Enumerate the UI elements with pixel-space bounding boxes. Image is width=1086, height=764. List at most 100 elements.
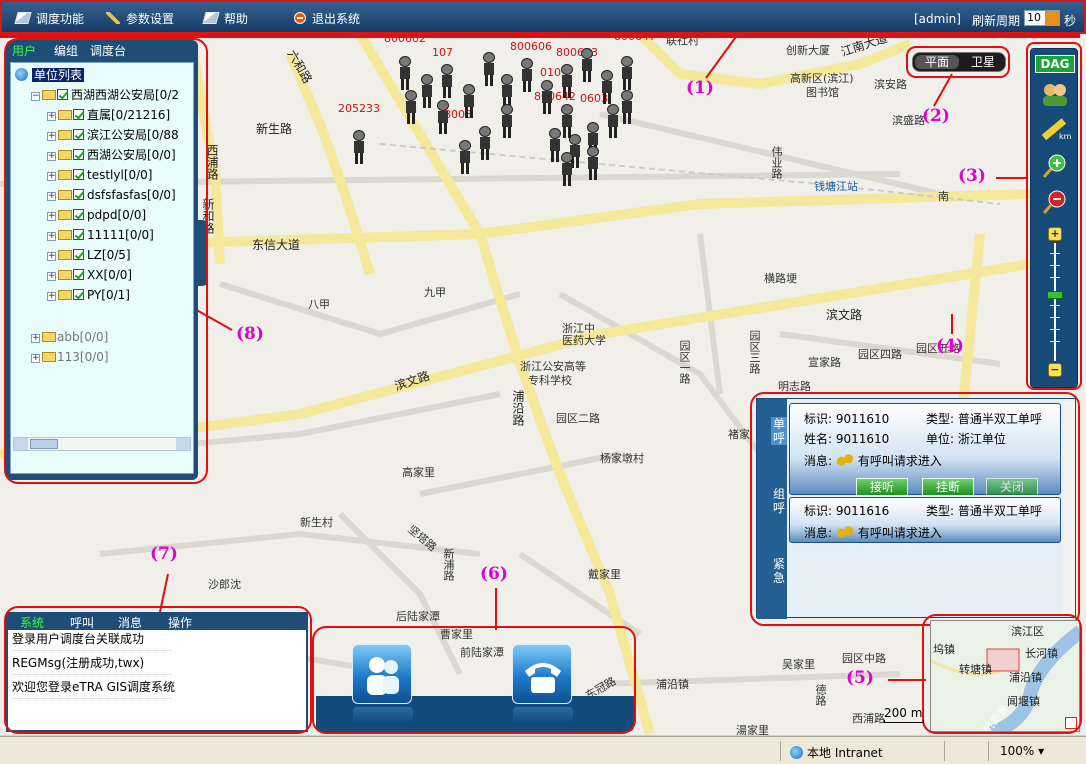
tree-node-parent[interactable]: − 西湖西湖公安局[0/2	[31, 87, 179, 103]
checkbox[interactable]	[73, 129, 84, 140]
police-unit-icon[interactable]	[440, 64, 454, 98]
police-unit-icon[interactable]	[580, 48, 594, 82]
tree-node-child[interactable]: + dsfsfasfas[0/0]	[47, 187, 176, 203]
police-unit-icon[interactable]	[620, 56, 634, 90]
users-icon[interactable]	[1039, 81, 1071, 107]
close-button[interactable]: 关闭	[986, 478, 1038, 496]
scroll-right-icon[interactable]	[176, 438, 190, 450]
tree-node-child[interactable]: + LZ[0/5]	[47, 247, 131, 263]
checkbox[interactable]	[73, 169, 84, 180]
zoom-plus-icon[interactable]: +	[1048, 227, 1062, 241]
scroll-left-icon[interactable]	[14, 438, 28, 450]
zoom-in-icon[interactable]	[1039, 153, 1071, 179]
police-unit-icon[interactable]	[458, 140, 472, 174]
tab-emergency-call[interactable]: 紧急	[771, 557, 787, 585]
expand-icon[interactable]: +	[47, 252, 56, 261]
map-type-plane-button[interactable]: 平面	[915, 55, 959, 69]
police-unit-icon[interactable]	[420, 74, 434, 108]
police-unit-icon[interactable]	[560, 64, 574, 98]
expand-icon[interactable]: +	[47, 192, 56, 201]
tab-call[interactable]: 呼叫	[70, 614, 94, 631]
checkbox[interactable]	[73, 249, 84, 260]
telephone-call-button[interactable]	[512, 644, 573, 723]
police-unit-icon[interactable]	[600, 70, 614, 104]
tree-node-child[interactable]: + XX[0/0]	[47, 267, 132, 283]
police-unit-icon[interactable]	[540, 80, 554, 114]
police-unit-icon[interactable]	[404, 90, 418, 124]
tree-node-113[interactable]: +113[0/0]	[31, 349, 109, 365]
checkbox[interactable]	[73, 269, 84, 280]
expand-icon[interactable]: +	[47, 152, 56, 161]
tab-single-call[interactable]: 单呼	[771, 417, 787, 445]
tree-root[interactable]: 单位列表	[15, 67, 85, 83]
tab-operation[interactable]: 操作	[168, 614, 192, 631]
police-unit-icon[interactable]	[478, 126, 492, 160]
tree-node-child[interactable]: + pdpd[0/0]	[47, 207, 146, 223]
tree-node-child[interactable]: + 滨江公安局[0/88	[47, 127, 179, 143]
ruler-icon[interactable]: km	[1039, 115, 1072, 141]
zoom-knob[interactable]	[1047, 291, 1063, 299]
tab-group-call[interactable]: 组呼	[771, 487, 787, 515]
tree-node-child[interactable]: + PY[0/1]	[47, 287, 130, 303]
police-unit-icon[interactable]	[520, 58, 534, 92]
expand-icon[interactable]: +	[47, 272, 56, 281]
zoom-minus-icon[interactable]: −	[1048, 363, 1062, 377]
menu-dispatch[interactable]: 调度功能	[14, 10, 84, 27]
police-unit-icon[interactable]	[586, 146, 600, 180]
expand-icon[interactable]: +	[47, 292, 56, 301]
expand-icon[interactable]: +	[47, 132, 56, 141]
checkbox[interactable]	[57, 89, 68, 100]
police-unit-icon[interactable]	[462, 84, 476, 118]
checkbox[interactable]	[73, 109, 84, 120]
overview-map[interactable]: 滨江区 坞镇 长河镇 转塘镇 浦沿镇 闻堰镇 杭新景	[930, 620, 1080, 732]
police-unit-icon[interactable]	[482, 52, 496, 86]
tab-consoles[interactable]: 调度台	[90, 42, 126, 59]
tab-users[interactable]: 用户	[12, 42, 36, 59]
refresh-period-select[interactable]: 10	[1024, 10, 1060, 26]
tree-node-child[interactable]: + testlyl[0/0]	[47, 167, 153, 183]
expand-icon[interactable]: +	[31, 354, 40, 363]
hangup-button[interactable]: 挂断	[922, 478, 974, 496]
collapse-icon[interactable]: −	[31, 92, 40, 101]
police-unit-icon[interactable]	[500, 104, 514, 138]
checkbox[interactable]	[73, 149, 84, 160]
expand-icon[interactable]: +	[31, 334, 40, 343]
menu-settings[interactable]: 参数设置	[106, 10, 174, 27]
checkbox[interactable]	[73, 229, 84, 240]
expand-icon[interactable]: +	[47, 112, 56, 121]
checkbox[interactable]	[73, 189, 84, 200]
tab-system[interactable]: 系统	[20, 614, 44, 631]
tab-groups[interactable]: 编组	[54, 42, 78, 59]
tree-node-child[interactable]: + 直属[0/21216]	[47, 107, 170, 123]
tree-node-child[interactable]: + 西湖公安局[0/0]	[47, 147, 176, 163]
police-unit-icon[interactable]	[620, 90, 634, 124]
tree-horizontal-scrollbar[interactable]	[13, 437, 191, 451]
map-type-satellite-button[interactable]: 卫星	[961, 55, 1005, 69]
answer-button[interactable]: 接听	[856, 478, 908, 496]
police-unit-icon[interactable]	[560, 152, 574, 186]
expand-icon[interactable]: +	[47, 212, 56, 221]
expand-icon[interactable]: +	[47, 232, 56, 241]
call-panel-scrollbar[interactable]	[1063, 401, 1075, 615]
police-unit-icon[interactable]	[398, 56, 412, 90]
police-unit-icon[interactable]	[436, 100, 450, 134]
tree-node-child[interactable]: +11111[0/0]	[47, 227, 154, 243]
scroll-thumb[interactable]	[30, 439, 58, 449]
contacts-call-button[interactable]	[352, 644, 413, 723]
checkbox[interactable]	[73, 209, 84, 220]
police-unit-icon[interactable]	[606, 104, 620, 138]
tree-node-abb[interactable]: + abb[0/0]	[31, 329, 108, 345]
expand-icon[interactable]: +	[47, 172, 56, 181]
zoom-out-icon[interactable]	[1039, 189, 1071, 215]
tree-collapse-handle[interactable]	[196, 220, 208, 286]
police-unit-icon[interactable]	[500, 74, 514, 108]
chevron-down-icon[interactable]	[1045, 11, 1059, 25]
zoom-slider[interactable]: + −	[1047, 227, 1063, 377]
checkbox[interactable]	[73, 289, 84, 300]
police-unit-icon[interactable]	[352, 130, 366, 164]
tab-message[interactable]: 消息	[118, 614, 142, 631]
menu-exit[interactable]: 退出系统	[294, 10, 360, 27]
menu-help[interactable]: 帮助	[202, 10, 248, 27]
zoom-level[interactable]: 100% ▾	[1000, 744, 1044, 758]
protected-mode-icon[interactable]	[954, 745, 978, 757]
